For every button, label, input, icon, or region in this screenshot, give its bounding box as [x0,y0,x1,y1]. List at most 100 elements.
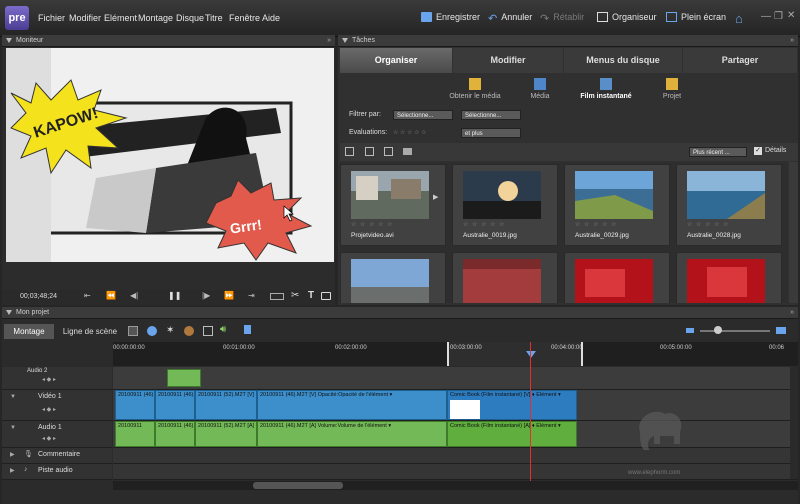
audio-mixer-icon[interactable]: 🔊︎ [220,324,226,335]
expand-icon[interactable]: ▶ [10,467,15,474]
close-icon[interactable]: ✕ [787,10,795,21]
track-nav-icons[interactable]: ◂ ◆ ▸ [42,376,56,383]
view-icon-3[interactable] [384,147,393,156]
tab-partager[interactable]: Partager [683,48,797,73]
expand-icon[interactable]: ▶ [10,451,15,458]
media-thumb[interactable] [564,252,670,303]
filter-select-2[interactable]: Sélectionne... [461,110,521,120]
tab-menus-disque[interactable]: Menus du disque [564,48,682,73]
sort-select[interactable]: Plus récent ... [689,147,747,157]
menu-fenetre[interactable]: Fenêtre [229,13,260,23]
tab-montage[interactable]: Montage [4,324,54,339]
audio-clip[interactable]: 20100911 [115,421,155,447]
step-forward-icon[interactable]: |▶ [202,291,210,300]
rewind-icon[interactable]: ⏪ [106,291,116,300]
audio-clip[interactable] [167,369,201,387]
collapse-icon[interactable]: ▼ [10,394,16,400]
menu-montage[interactable]: Montage [138,13,173,23]
step-back-icon[interactable]: ◀| [130,291,138,300]
timeline-scroll-thumb[interactable] [253,482,343,489]
video-clip[interactable]: 20100911 (46).M2T [V] Opacité:Opacité de… [257,390,447,420]
goto-start-icon[interactable]: ⇤ [84,291,91,300]
camera-icon[interactable] [321,292,331,300]
view-icon-4[interactable] [403,148,412,155]
menu-element[interactable]: Elément [104,13,137,23]
redo-button[interactable]: ↷ Rétablir [540,12,584,25]
audio-clip[interactable]: 20100911 (46).M2T [A] Volume:Volume de l… [257,421,447,447]
music-icon[interactable] [184,326,194,336]
media-thumb[interactable] [452,252,558,303]
fullscreen-button[interactable]: Plein écran [666,12,726,22]
track-audio1-lane[interactable]: 20100911 20100911 (46). 20100911 (52).M2… [113,421,798,448]
media-thumb[interactable]: ▶ ☆ ☆ ☆ ☆ ☆ Projetvideo.avi [340,164,446,246]
track-nav-icons[interactable]: ◂ ◆ ▸ [42,435,56,442]
menu-titre[interactable]: Titre [205,13,223,23]
track-video1-header: ▼ Vidéo 1 ◂ ◆ ▸ [2,390,112,421]
audio-clip[interactable]: 20100911 (46). [155,421,195,447]
view-icon-1[interactable] [345,147,354,156]
restore-icon[interactable]: ❐ [774,11,783,22]
fast-forward-icon[interactable]: ⏩ [224,291,234,300]
title-tool-icon[interactable]: T [308,290,314,301]
timecode: 00;03;48;24 [20,293,57,300]
menu-modifier[interactable]: Modifier [69,13,101,23]
filter-select-1[interactable]: Sélectionne... [393,110,453,120]
audio-clip[interactable]: Comic Book (Film instantané) [A] ♦ Eléme… [447,421,577,447]
undo-button[interactable]: ↶ Annuler [488,12,532,25]
timeline-ruler[interactable]: 00:00:00:00 00:01:00:00 00:02:00:00 00:0… [113,342,798,366]
effects-icon[interactable]: ✶ [166,325,174,336]
select-tool-icon[interactable] [128,326,138,336]
marker-flag-icon[interactable] [244,325,251,334]
zoom-in-icon[interactable] [776,327,786,334]
work-area-bar[interactable] [447,342,583,366]
marker-icon[interactable] [203,326,213,336]
pause-icon[interactable]: ❚❚ [168,291,181,300]
video-clip[interactable]: 20100911 (52).M2T [V] [195,390,257,420]
track-nav-icons[interactable]: ◂ ◆ ▸ [42,406,56,413]
menu-fichier[interactable]: Fichier [38,13,65,23]
subtab-obtenir-media[interactable]: Obtenir le média [440,78,510,100]
zoom-slider-handle[interactable] [714,326,722,334]
ratings-mode-select[interactable]: et plus [461,128,521,138]
media-thumb[interactable]: ☆ ☆ ☆ ☆ ☆ Australie_0019.jpg [452,164,558,246]
expand-arrow-icon[interactable]: ▶ [433,193,438,201]
zoom-slider[interactable] [700,330,770,332]
media-thumb[interactable] [676,252,782,303]
save-button[interactable]: Enregistrer [421,12,480,22]
tab-organiser[interactable]: Organiser [340,48,452,73]
loop-icon[interactable] [270,293,284,300]
media-thumb[interactable]: ☆ ☆ ☆ ☆ ☆ Australie_0028.jpg [676,164,782,246]
media-thumb[interactable]: ☆ ☆ ☆ ☆ ☆ Australie_0029.jpg [564,164,670,246]
zoom-out-icon[interactable] [686,328,694,333]
ratings-stars[interactable]: ☆ ☆ ☆ ☆ ☆ [393,129,427,136]
details-checkbox[interactable]: ✓ [754,147,762,155]
menu-aide[interactable]: Aide [262,13,280,23]
smartfix-icon[interactable] [147,326,157,336]
menu-disque[interactable]: Disque [176,13,204,23]
track-piste-audio-lane[interactable] [113,464,798,480]
subtab-media[interactable]: Média [520,78,560,100]
playhead-handle[interactable] [526,351,536,358]
tab-modifier[interactable]: Modifier [453,48,563,73]
tab-ligne-de-scene[interactable]: Ligne de scène [58,324,122,339]
minimize-icon[interactable]: — [761,11,771,22]
subtab-film-instantane[interactable]: Film instantané [574,78,638,100]
track-commentaire-lane[interactable] [113,448,798,464]
video-clip[interactable]: 20100911 (46). [155,390,195,420]
timeline-scrollbar[interactable] [113,481,798,490]
collapse-icon[interactable]: ▼ [10,425,16,431]
timeline-vscrollbar[interactable] [790,367,798,479]
media-thumb[interactable] [340,252,446,303]
track-audio2-lane[interactable] [113,367,798,390]
video-clip[interactable]: Comic Book (Film instantané) [V] ♦ Eléme… [447,390,577,420]
subtab-projet[interactable]: Projet [652,78,692,100]
media-scrollbar[interactable] [789,162,798,303]
organizer-button[interactable]: Organiseur [597,12,657,22]
home-icon[interactable]: ⌂ [735,11,743,26]
video-clip[interactable]: 20100911 (46) [115,390,155,420]
audio-clip[interactable]: 20100911 (52).M2T [A] [195,421,257,447]
scissors-icon[interactable]: ✂ [291,290,299,301]
goto-end-icon[interactable]: ⇥ [248,291,255,300]
view-icon-2[interactable] [365,147,374,156]
track-video1-lane[interactable]: 20100911 (46) 20100911 (46). 20100911 (5… [113,390,798,421]
